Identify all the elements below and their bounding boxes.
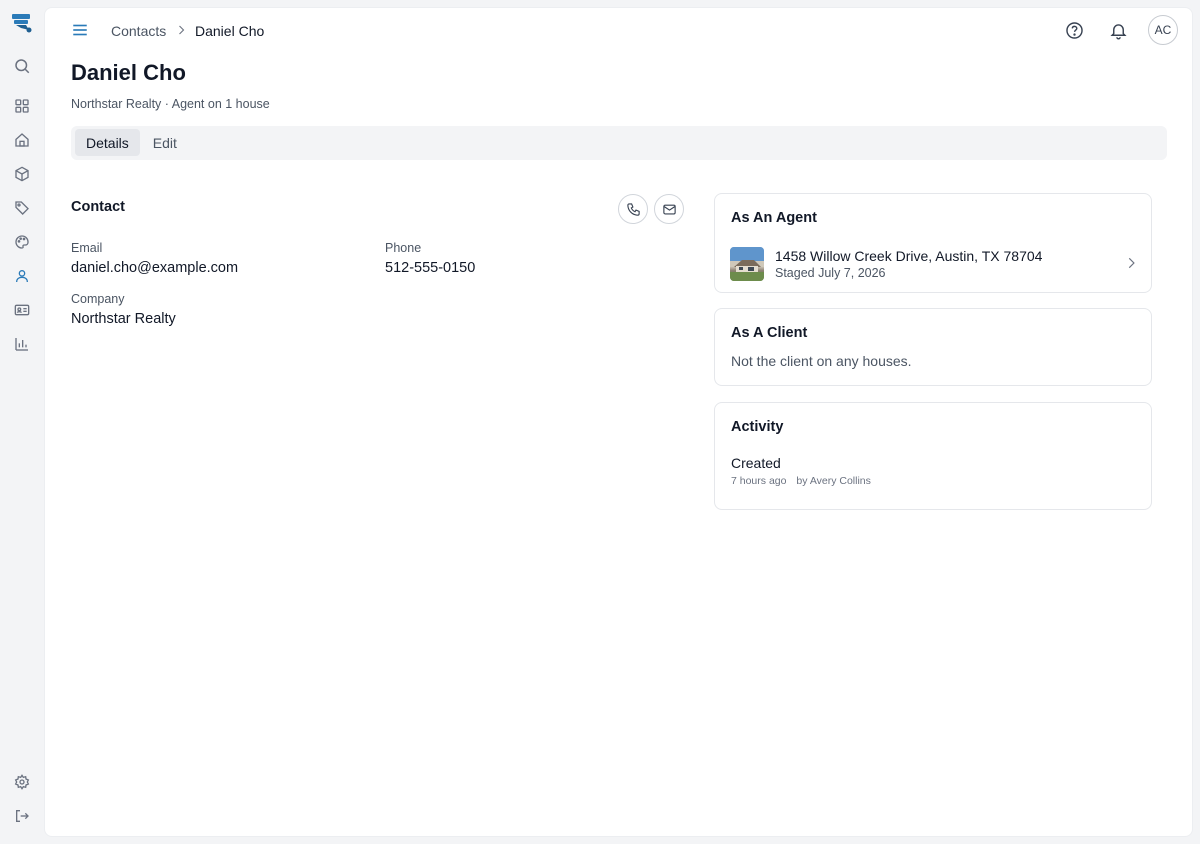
activity-event-title: Created [731, 455, 781, 471]
nav-contacts[interactable] [8, 262, 36, 290]
phone-icon [626, 202, 640, 216]
mail-icon [662, 204, 676, 214]
top-bar: Contacts Daniel Cho AC [45, 8, 1192, 54]
as-client-title: As A Client [731, 325, 808, 341]
nav-reports[interactable] [8, 330, 36, 358]
menu-icon [73, 24, 87, 36]
contact-title: Contact [71, 199, 125, 215]
box-icon [15, 166, 29, 182]
chart-icon [15, 338, 28, 351]
email-label: Email [71, 241, 103, 255]
nav-logout[interactable] [8, 802, 36, 830]
activity-event-time: 7 hours ago [731, 475, 787, 487]
activity-title: Activity [731, 419, 784, 435]
home-icon [15, 133, 29, 147]
dashboard-icon [15, 99, 29, 113]
house-address: 1458 Willow Creek Drive, Austin, TX 7870… [775, 248, 1043, 264]
phone-value: 512-555-0150 [385, 260, 476, 276]
call-button[interactable] [618, 194, 648, 224]
palette-icon [15, 235, 29, 249]
nav-houses[interactable] [8, 126, 36, 154]
help-icon [1065, 21, 1083, 39]
house-thumbnail [730, 247, 764, 281]
tab-bar: Details Edit [71, 126, 1167, 160]
header-actions: AC [1060, 15, 1178, 45]
logo-icon [12, 14, 32, 33]
page-title: Daniel Cho [71, 60, 186, 85]
house-status: Staged July 7, 2026 [775, 266, 886, 280]
app-logo[interactable] [11, 12, 33, 34]
as-agent-title: As An Agent [731, 210, 817, 226]
company-value: Northstar Realty [71, 311, 176, 327]
as-client-card: As A Client Not the client on any houses… [714, 308, 1152, 386]
nav-tags[interactable] [8, 194, 36, 222]
as-agent-card: As An Agent 1458 Willow Creek Drive, Aus… [714, 193, 1152, 293]
nav-inventory[interactable] [8, 160, 36, 188]
company-label: Company [71, 292, 125, 306]
bell-icon [1109, 23, 1127, 39]
nav-dashboard[interactable] [8, 92, 36, 120]
notifications-button[interactable] [1104, 16, 1132, 44]
email-value: daniel.cho@example.com [71, 260, 239, 276]
nav-settings[interactable] [8, 768, 36, 796]
settings-icon [14, 774, 30, 790]
help-button[interactable] [1060, 16, 1088, 44]
rail-bottom [8, 768, 36, 830]
user-icon [16, 270, 28, 283]
chevron-right-icon [179, 25, 185, 35]
chevron-right-icon [1128, 257, 1135, 269]
search-button[interactable] [8, 52, 36, 80]
breadcrumb-current: Daniel Cho [195, 23, 265, 39]
as-client-empty-text: Not the client on any houses. [731, 353, 912, 369]
activity-card: Activity Created 7 hours ago by Avery Co… [714, 402, 1152, 510]
page-subtitle: Northstar Realty · Agent on 1 house [71, 97, 270, 111]
left-rail [0, 0, 44, 844]
phone-label: Phone [385, 241, 422, 255]
contact-card-icon [14, 304, 30, 316]
menu-button[interactable] [71, 21, 89, 39]
email-field: Email daniel.cho@example.com [71, 241, 238, 276]
house-photo-icon [730, 247, 764, 281]
main-panel: Contacts Daniel Cho AC Daniel Cho Norths… [44, 7, 1193, 837]
breadcrumb-contacts[interactable]: Contacts [111, 23, 166, 39]
rail-nav [8, 92, 36, 358]
email-button[interactable] [654, 194, 684, 224]
house-list-item[interactable]: 1458 Willow Creek Drive, Austin, TX 7870… [730, 246, 1138, 282]
search-icon [15, 59, 30, 74]
activity-event-author: by Avery Collins [796, 475, 871, 487]
nav-styles[interactable] [8, 228, 36, 256]
tab-details[interactable]: Details [75, 129, 140, 156]
nav-directory[interactable] [8, 296, 36, 324]
logout-icon [16, 810, 29, 822]
phone-field: Phone 512-555-0150 [385, 241, 475, 276]
user-avatar[interactable]: AC [1148, 15, 1178, 45]
tag-icon [15, 201, 29, 215]
activity-event-meta: 7 hours ago by Avery Collins [731, 475, 871, 487]
company-field: Company Northstar Realty [71, 292, 176, 327]
tab-edit[interactable]: Edit [142, 129, 188, 156]
